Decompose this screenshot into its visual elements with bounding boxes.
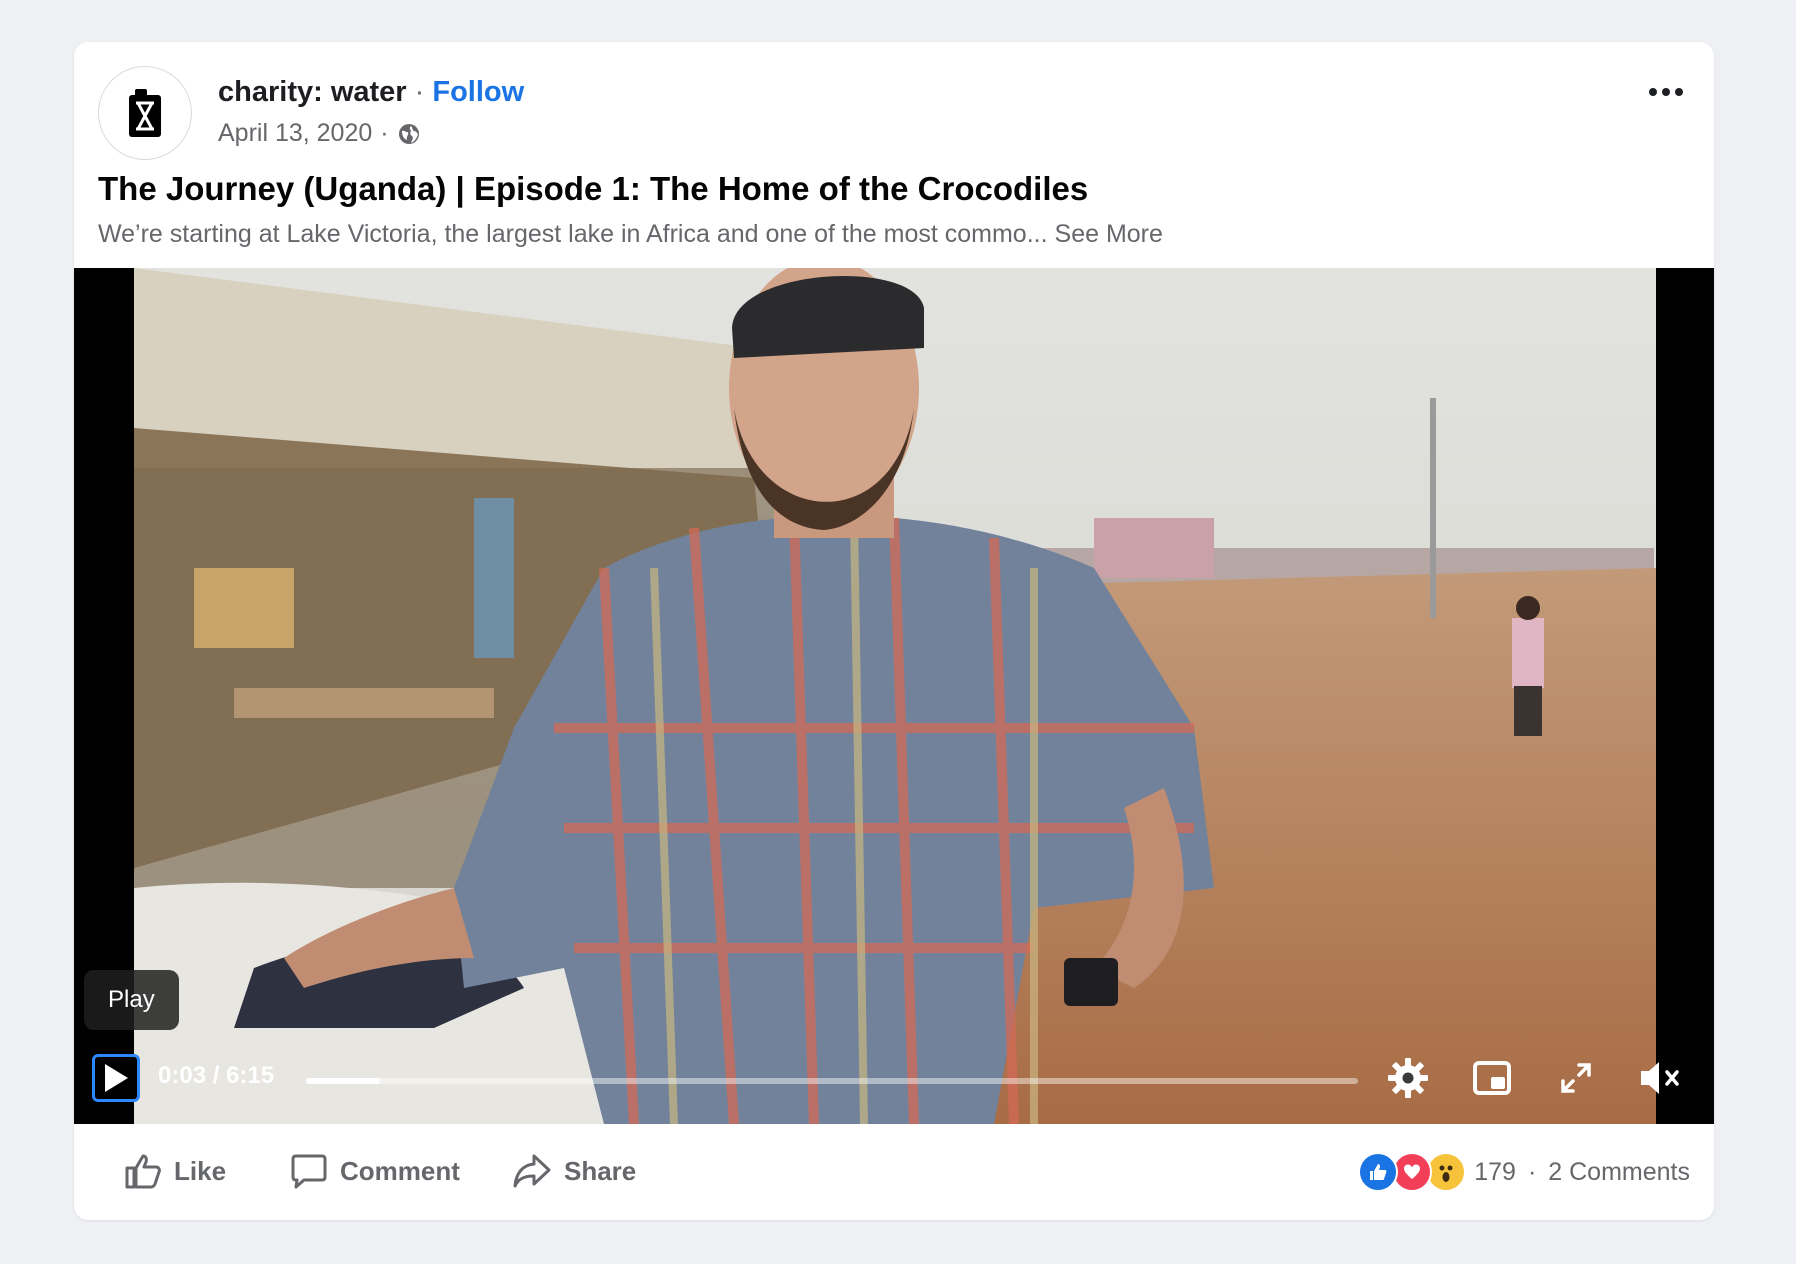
more-dots-icon (1649, 88, 1683, 96)
progress-fill (306, 1078, 380, 1084)
see-more-link[interactable]: See More (1055, 220, 1163, 248)
fullscreen-icon (1561, 1063, 1591, 1093)
separator-dot: · (414, 76, 425, 108)
share-button[interactable]: Share (512, 1152, 636, 1190)
reactions-summary[interactable]: 179 · 2 Comments (1358, 1152, 1690, 1192)
video-title[interactable]: The Journey (Uganda) | Episode 1: The Ho… (98, 170, 1088, 208)
pip-button[interactable] (1470, 1056, 1514, 1100)
page-name-link[interactable]: charity: water (218, 76, 407, 108)
picture-in-picture-icon (1473, 1061, 1511, 1095)
share-label: Share (564, 1155, 637, 1186)
share-arrow-icon (513, 1154, 551, 1188)
post-actions: Like Comment Share 179 · 2 Comments (74, 1124, 1714, 1220)
comment-label: Comment (340, 1155, 460, 1186)
post-description: We’re starting at Lake Victoria, the lar… (98, 220, 1163, 249)
reactions-separator: · (1527, 1157, 1537, 1186)
video-scene-illustration (134, 268, 1656, 1124)
jerry-can-logo-icon (129, 89, 161, 137)
page-header: charity: water · Follow (218, 76, 524, 109)
comments-count-link[interactable]: 2 Comments (1548, 1158, 1690, 1187)
description-text: We’re starting at Lake Victoria, the lar… (98, 220, 1048, 248)
like-label: Like (174, 1155, 227, 1186)
more-options-button[interactable] (1644, 80, 1688, 104)
follow-button[interactable]: Follow (432, 76, 524, 108)
like-reaction-icon (1358, 1152, 1399, 1192)
like-button[interactable]: Like (124, 1152, 226, 1190)
reaction-count: 179 (1474, 1157, 1516, 1186)
page-avatar[interactable] (98, 66, 192, 160)
post-date[interactable]: April 13, 2020 (218, 119, 372, 148)
post-card: charity: water · Follow April 13, 2020 ·… (74, 42, 1714, 1220)
post-meta: April 13, 2020 · (218, 119, 421, 148)
time-display: 0:03 / 6:15 (158, 1062, 275, 1089)
globe-icon (398, 123, 419, 144)
settings-icon (1388, 1058, 1428, 1098)
mute-button[interactable] (1638, 1056, 1682, 1100)
comment-button[interactable]: Comment (290, 1152, 460, 1190)
settings-button[interactable] (1386, 1056, 1430, 1100)
mute-icon (1641, 1062, 1679, 1094)
play-icon (105, 1064, 128, 1092)
thumbs-up-icon (125, 1154, 161, 1189)
fullscreen-button[interactable] (1554, 1056, 1598, 1100)
play-tooltip: Play (84, 970, 179, 1030)
video-player[interactable]: Play 0:03 / 6:15 (74, 268, 1714, 1124)
date-separator: · (380, 119, 389, 147)
video-controls: 0:03 / 6:15 (74, 1034, 1714, 1124)
comment-bubble-icon (291, 1154, 327, 1189)
love-reaction-icon (1392, 1152, 1433, 1192)
wow-reaction-icon (1426, 1152, 1467, 1192)
play-button[interactable] (92, 1054, 140, 1102)
video-frame[interactable] (134, 268, 1656, 1124)
progress-bar[interactable] (306, 1078, 1358, 1084)
